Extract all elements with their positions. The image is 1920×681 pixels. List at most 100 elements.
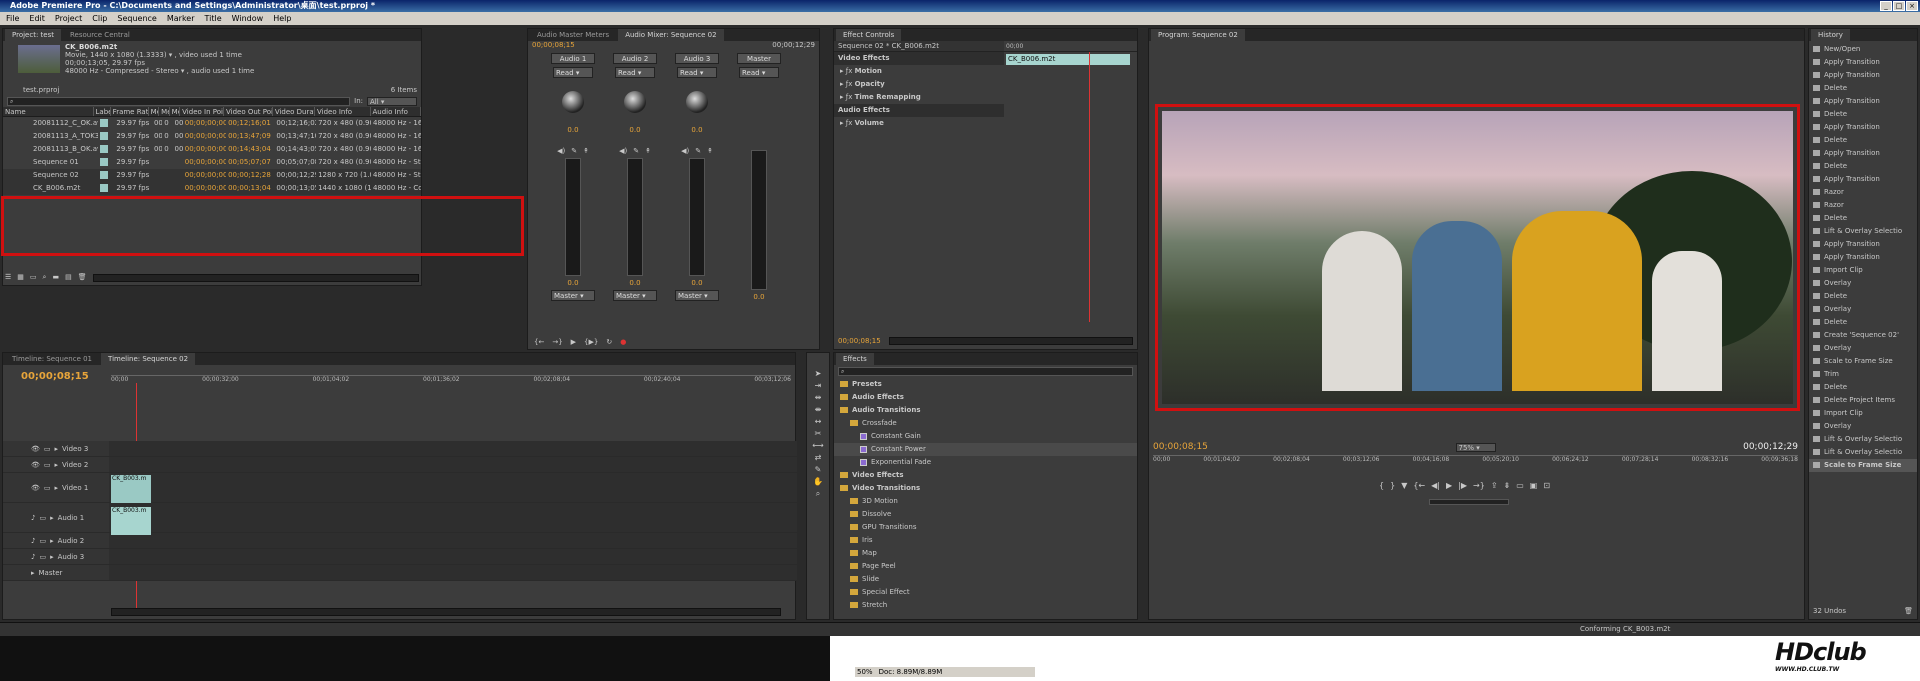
channel-name-button[interactable]: Audio 1	[551, 53, 595, 64]
menu-item-project[interactable]: Project	[55, 12, 82, 25]
timeline-ruler[interactable]: 00;00 00;00;32;00 00;01;04;02 00;01;36;02 00…	[111, 375, 791, 389]
pen-tool-icon[interactable]: ✎	[815, 465, 822, 474]
column-header[interactable]: Me	[159, 107, 170, 116]
record-enable-icon[interactable]: ↟	[583, 147, 589, 155]
effect-item[interactable]: ▸ ƒx Opacity	[834, 78, 1004, 91]
pan-knob[interactable]	[686, 91, 708, 113]
marker-icon[interactable]: ▼	[1401, 481, 1407, 490]
mute-icon[interactable]: ◀)	[681, 147, 689, 155]
fader-value[interactable]: 0.0	[567, 279, 578, 287]
effects-tree-item[interactable]: Slide	[834, 573, 1137, 586]
effects-tree-item[interactable]: Video Effects	[834, 469, 1137, 482]
menu-item-marker[interactable]: Marker	[167, 12, 195, 25]
history-item[interactable]: Delete	[1809, 381, 1917, 394]
mute-icon[interactable]: ◀)	[557, 147, 565, 155]
history-item[interactable]: Trim	[1809, 368, 1917, 381]
history-item[interactable]: Delete	[1809, 82, 1917, 95]
lift-icon[interactable]: ⇪	[1491, 481, 1498, 490]
loop-icon[interactable]: ↻	[606, 338, 612, 346]
effects-tree-item[interactable]: Crossfade	[834, 417, 1137, 430]
menu-item-help[interactable]: Help	[273, 12, 291, 25]
automation-mode-dropdown[interactable]: Read ▾	[615, 67, 655, 78]
column-header[interactable]: Video In Point	[180, 107, 224, 116]
track-header[interactable]: 👁 ▭ ▸ Video 3	[3, 441, 109, 456]
history-item[interactable]: Delete	[1809, 160, 1917, 173]
track-lane[interactable]	[109, 441, 797, 456]
history-item[interactable]: Delete	[1809, 212, 1917, 225]
eye-icon[interactable]: 👁	[31, 484, 40, 492]
program-ruler[interactable]: 00;00 00;01;04;02 00;02;08;04 00;03;12;06 00…	[1153, 455, 1798, 469]
effects-tree-item[interactable]: Page Peel	[834, 560, 1137, 573]
track-lane[interactable]	[109, 565, 797, 580]
output-dropdown[interactable]: Master ▾	[613, 290, 657, 301]
channel-name-button[interactable]: Audio 2	[613, 53, 657, 64]
timeline-time[interactable]: 00;00;08;15	[21, 371, 89, 382]
effects-tree-item[interactable]: Audio Transitions	[834, 404, 1137, 417]
ripple-edit-tool-icon[interactable]: ⇹	[815, 393, 822, 402]
record-enable-icon[interactable]: ↟	[645, 147, 651, 155]
minimize-icon[interactable]: _	[1880, 1, 1892, 11]
goto-in-icon[interactable]: {←	[1413, 481, 1425, 490]
effects-tree-item[interactable]: Constant Gain	[834, 430, 1137, 443]
slip-tool-icon[interactable]: ⟷	[812, 441, 823, 450]
column-header[interactable]: Frame Rate	[111, 107, 149, 116]
step-forward-icon[interactable]: |▶	[1458, 481, 1467, 490]
channel-name-button[interactable]: Master	[737, 53, 781, 64]
clip-audio1[interactable]: CK_B003.m	[111, 507, 151, 535]
search-input[interactable]: ⌕	[7, 96, 351, 106]
effects-tree-item[interactable]: GPU Transitions	[834, 521, 1137, 534]
history-item[interactable]: Delete	[1809, 108, 1917, 121]
tab-audio-mixer[interactable]: Audio Mixer: Sequence 02	[618, 29, 724, 41]
column-header[interactable]: Video Duration	[273, 107, 315, 116]
table-row[interactable]: Sequence 01 29.97 fps 00;00;00;00 00;05;07;…	[3, 156, 421, 169]
effect-item[interactable]: ▸ ƒx Time Remapping	[834, 91, 1004, 104]
history-item[interactable]: Import Clip	[1809, 407, 1917, 420]
column-header[interactable]: Label	[94, 107, 111, 116]
menu-item-file[interactable]: File	[6, 12, 19, 25]
output-icon[interactable]: ⊡	[1543, 481, 1550, 490]
volume-fader[interactable]	[565, 158, 581, 276]
tab-resource-central[interactable]: Resource Central	[63, 29, 137, 41]
goto-in-icon[interactable]: {←	[534, 338, 544, 346]
automate-icon[interactable]: ▭	[30, 273, 37, 283]
expand-icon[interactable]: ▸	[55, 461, 59, 469]
track-header[interactable]: ♪ ▭ ▸ Audio 3	[3, 549, 109, 564]
effects-tree-item[interactable]: Video Transitions	[834, 482, 1137, 495]
effects-tree-item[interactable]: Special Effect	[834, 586, 1137, 599]
zoom-tool-icon[interactable]: ⌕	[816, 489, 820, 499]
expand-icon[interactable]: ▸ ƒx	[840, 67, 855, 75]
lock-icon[interactable]: ▭	[44, 445, 51, 453]
trash-icon[interactable]: 🗑	[78, 273, 87, 283]
safe-margins-icon[interactable]: ▣	[1530, 481, 1538, 490]
track-select-tool-icon[interactable]: ⇥	[815, 381, 822, 390]
track-header[interactable]: ▸ Master	[3, 565, 109, 580]
history-item[interactable]: Delete	[1809, 316, 1917, 329]
output-dropdown[interactable]: Master ▾	[675, 290, 719, 301]
history-item[interactable]: Razor	[1809, 186, 1917, 199]
speaker-icon[interactable]: ♪	[31, 514, 35, 522]
record-enable-icon[interactable]: ↟	[707, 147, 713, 155]
effect-controls-time[interactable]: 00;00;08;15	[838, 337, 881, 345]
tab-timeline-seq02[interactable]: Timeline: Sequence 02	[101, 353, 196, 365]
menu-item-window[interactable]: Window	[232, 12, 264, 25]
pan-value[interactable]: 0.0	[567, 126, 578, 134]
play-icon[interactable]: ▶	[571, 338, 576, 346]
table-row[interactable]: 20081113_A_TOK3.avi29.97 fps0000000;00;0…	[3, 130, 421, 143]
track-header[interactable]: ♪ ▭ ▸ Audio 2	[3, 533, 109, 548]
effect-item[interactable]: ▸ ƒx Motion	[834, 65, 1004, 78]
track-lane[interactable]	[109, 549, 797, 564]
track-lane[interactable]	[109, 503, 797, 532]
speaker-icon[interactable]: ♪	[31, 553, 35, 561]
label-swatch[interactable]	[99, 158, 108, 166]
history-item[interactable]: Delete	[1809, 290, 1917, 303]
table-row[interactable]: 20081112_C_OK.avi 29.97 fps 00 0 00 00;00;00;…	[3, 117, 421, 130]
history-item[interactable]: Import Clip	[1809, 264, 1917, 277]
effects-search-input[interactable]: ⌕	[838, 367, 1133, 376]
history-item[interactable]: Overlay	[1809, 420, 1917, 433]
lock-icon[interactable]: ▭	[44, 484, 51, 492]
fader-value[interactable]: 0.0	[753, 293, 764, 301]
expand-icon[interactable]: ▸ ƒx	[840, 119, 855, 127]
mute-icon[interactable]: ◀)	[619, 147, 627, 155]
jog-shuttle[interactable]	[1429, 499, 1509, 505]
history-delete-icon[interactable]: 🗑	[1904, 607, 1913, 615]
